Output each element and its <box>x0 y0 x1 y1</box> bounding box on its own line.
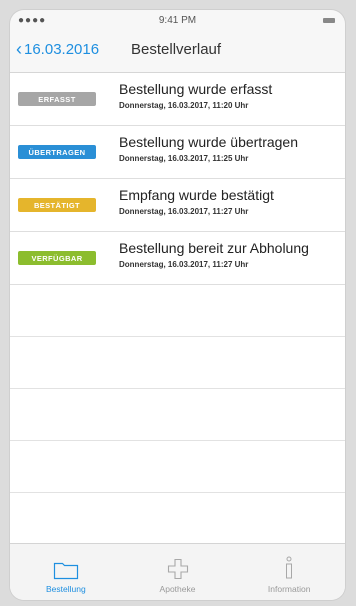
list-item[interactable]: ÜBERTRAGEN Bestellung wurde übertragen D… <box>10 126 345 179</box>
page-title: Bestellverlauf <box>131 41 222 58</box>
empty-row <box>10 441 345 493</box>
status-bar: ●●●● 9:41 PM <box>10 10 345 32</box>
list-item-timestamp: Donnerstag, 16.03.2017, 11:25 Uhr <box>119 154 249 163</box>
back-button[interactable]: ‹ 16.03.2016 <box>16 38 100 59</box>
info-icon <box>283 556 295 580</box>
list-item-title: Empfang wurde bestätigt <box>119 187 274 203</box>
order-history-list: ERFASST Bestellung wurde erfasst Donners… <box>10 73 345 545</box>
chevron-left-icon: ‹ <box>16 38 22 59</box>
list-item-title: Bestellung wurde erfasst <box>119 81 273 97</box>
empty-row <box>10 389 345 441</box>
status-time: 9:41 PM <box>158 15 197 26</box>
status-badge: ÜBERTRAGEN <box>18 145 96 159</box>
list-item-title: Bestellung bereit zur Abholung <box>119 240 309 256</box>
list-item-timestamp: Donnerstag, 16.03.2017, 11:20 Uhr <box>119 101 249 110</box>
status-badge: BESTÄTIGT <box>18 198 96 212</box>
list-item[interactable]: ERFASST Bestellung wurde erfasst Donners… <box>10 73 345 126</box>
battery-icon <box>323 18 335 23</box>
list-item-title: Bestellung wurde übertragen <box>119 134 299 150</box>
list-item[interactable]: BESTÄTIGT Empfang wurde bestätigt Donner… <box>10 179 345 232</box>
tab-label: Apotheke <box>159 584 196 594</box>
empty-row <box>10 285 345 337</box>
tab-bestellung[interactable]: Bestellung <box>10 544 122 600</box>
empty-row <box>10 493 345 545</box>
tab-apotheke[interactable]: Apotheke <box>122 544 234 600</box>
list-item-timestamp: Donnerstag, 16.03.2017, 11:27 Uhr <box>119 207 249 216</box>
phone-screen: ●●●● 9:41 PM ‹ 16.03.2016 Bestellverlauf… <box>10 10 345 600</box>
back-button-label: 16.03.2016 <box>24 41 100 58</box>
tab-information[interactable]: Information <box>233 544 345 600</box>
status-badge: VERFÜGBAR <box>18 251 96 265</box>
tab-label: Bestellung <box>45 584 86 594</box>
list-item[interactable]: VERFÜGBAR Bestellung bereit zur Abholung… <box>10 232 345 285</box>
tab-label: Information <box>267 584 311 594</box>
status-badge: ERFASST <box>18 92 96 106</box>
empty-row <box>10 337 345 389</box>
list-item-timestamp: Donnerstag, 16.03.2017, 11:27 Uhr <box>119 260 249 269</box>
tab-bar: Bestellung Apotheke Information <box>10 543 345 600</box>
pharmacy-cross-icon <box>167 556 189 580</box>
navigation-bar: ‹ 16.03.2016 Bestellverlauf <box>10 32 345 73</box>
folder-icon <box>53 556 79 580</box>
